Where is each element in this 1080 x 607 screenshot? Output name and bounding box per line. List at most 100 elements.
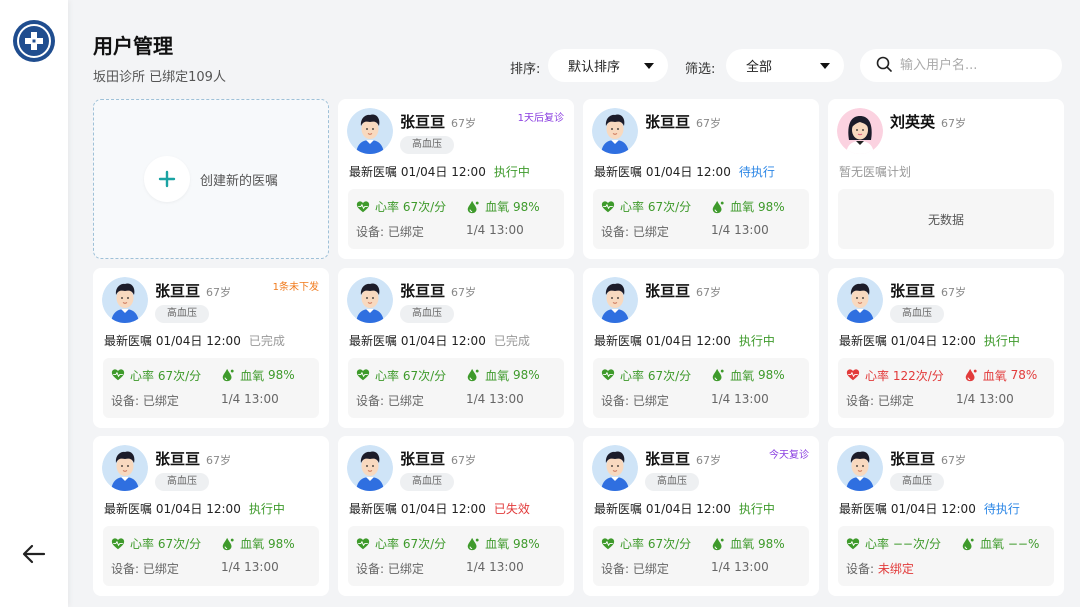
filter-select[interactable]: 全部 — [726, 49, 844, 82]
avatar — [592, 445, 638, 491]
vitals-panel: 心率 67次/分 血氧 98% 设备: 已绑定 1/4 13:00 — [348, 526, 564, 586]
heart-rate-icon — [356, 368, 375, 383]
chevron-down-icon — [644, 62, 654, 69]
user-card[interactable]: 张亘亘 67岁 高血压 今天复诊 最新医嘱 01/04日 12:00 执行中 心率 67次/… — [583, 436, 819, 596]
blood-oxygen-icon — [961, 536, 980, 551]
latest-order: 最新医嘱 01/04日 12:00 执行中 — [594, 333, 775, 348]
device-time: 1/4 13:00 — [221, 560, 279, 574]
order-status: 执行中 — [983, 333, 1020, 348]
blood-oxygen-icon — [711, 536, 730, 551]
vitals-panel: 心率 67次/分 血氧 98% 设备: 已绑定 1/4 13:00 — [103, 357, 319, 418]
user-card[interactable]: 张亘亘 67岁 高血压 1天后复诊 最新医嘱 01/04日 12:00 执行中 心率 67次… — [338, 99, 574, 259]
blood-oxygen-value: 98% — [758, 199, 785, 214]
vitals-panel: 心率 67次/分 血氧 98% 设备: 已绑定 1/4 13:00 — [348, 189, 564, 249]
heart-rate-value: 67次/分 — [157, 537, 202, 551]
condition-tag: 高血压 — [400, 136, 454, 154]
blood-oxygen-icon — [221, 368, 240, 383]
heart-rate-icon — [111, 536, 130, 551]
filter-select-value: 全部 — [746, 60, 773, 75]
blood-oxygen-icon — [466, 536, 485, 551]
avatar — [837, 108, 883, 154]
vitals-panel: 心率 67次/分 血氧 98% 设备: 已绑定 1/4 13:00 — [348, 357, 564, 418]
heart-rate-icon — [111, 368, 130, 383]
device-status: 已绑定 — [387, 225, 424, 239]
create-order-card[interactable]: 创建新的医嘱 — [93, 99, 329, 259]
user-age: 67岁 — [696, 454, 722, 467]
sidebar — [0, 0, 68, 607]
device-time: 1/4 13:00 — [711, 560, 769, 574]
condition-tag: 高血压 — [155, 304, 209, 323]
heart-rate-value: 67次/分 — [402, 200, 447, 214]
vitals-panel: 心率 122次/分 血氧 78% 设备: 已绑定 1/4 13:00 — [838, 357, 1054, 418]
vitals-panel: 心率 67次/分 血氧 98% 设备: 已绑定 1/4 13:00 — [103, 526, 319, 586]
blood-oxygen-value: 98% — [513, 199, 540, 214]
user-name: 张亘亘 67岁 — [400, 281, 477, 300]
status-badge: 1条未下发 — [272, 281, 319, 293]
blood-oxygen-value: 98% — [268, 368, 295, 382]
heart-rate-value: 122次/分 — [892, 368, 944, 383]
vitals-panel: 心率 67次/分 血氧 98% 设备: 已绑定 1/4 13:00 — [593, 526, 809, 586]
heart-rate-value: 67次/分 — [402, 537, 447, 551]
user-name: 张亘亘 67岁 — [645, 113, 722, 131]
user-age: 67岁 — [696, 117, 722, 130]
status-badge: 今天复诊 — [769, 450, 809, 461]
user-card[interactable]: 张亘亘 67岁 高血压 最新医嘱 01/04日 12:00 执行中 心率 122次/分 血氧… — [828, 267, 1064, 428]
order-status: 待执行 — [983, 502, 1020, 516]
order-time: 01/04日 12:00 — [155, 333, 241, 348]
heart-rate-icon — [356, 536, 375, 551]
latest-order: 最新医嘱 01/04日 12:00 已完成 — [104, 333, 285, 348]
user-name: 张亘亘 67岁 — [890, 281, 967, 300]
user-card[interactable]: 张亘亘 67岁 最新医嘱 01/04日 12:00 执行中 心率 67次/分 血氧 98%… — [583, 267, 819, 428]
blood-oxygen-value: 98% — [513, 536, 540, 551]
device-status: 已绑定 — [877, 393, 914, 408]
heart-rate-icon — [846, 368, 865, 383]
user-card[interactable]: 张亘亘 67岁 高血压 最新医嘱 01/04日 12:00 待执行 心率 −−次/分 血氧 … — [828, 436, 1064, 596]
order-status: 待执行 — [738, 165, 775, 179]
user-card[interactable]: 张亘亘 67岁 高血压 最新医嘱 01/04日 12:00 已完成 心率 67次/分 血氧 … — [338, 267, 574, 428]
latest-order: 最新医嘱 01/04日 12:00 执行中 — [104, 502, 285, 516]
device-label: 设备: — [111, 562, 140, 576]
blood-oxygen-icon — [221, 536, 240, 551]
order-time: 01/04日 12:00 — [400, 333, 486, 348]
filter-label: 筛选: — [685, 62, 716, 77]
order-time: 01/04日 12:00 — [645, 333, 731, 348]
heart-rate-icon — [356, 199, 375, 214]
device-label: 设备: — [356, 562, 385, 576]
blood-oxygen-icon — [466, 368, 485, 383]
user-card[interactable]: 张亘亘 67岁 最新医嘱 01/04日 12:00 待执行 心率 67次/分 血氧 98%… — [583, 99, 819, 259]
device-label: 设备: — [846, 562, 875, 576]
user-name: 张亘亘 67岁 — [645, 450, 722, 468]
latest-order: 最新医嘱 01/04日 12:00 待执行 — [594, 165, 775, 179]
user-name: 张亘亘 67岁 — [400, 450, 477, 468]
user-card[interactable]: 张亘亘 67岁 高血压 最新医嘱 01/04日 12:00 已失效 心率 67次/分 血氧 … — [338, 436, 574, 596]
device-time: 1/4 13:00 — [711, 391, 769, 406]
heart-rate-value: 67次/分 — [647, 200, 692, 214]
order-status: 已完成 — [248, 333, 285, 348]
search-input[interactable] — [900, 58, 1050, 73]
avatar — [347, 108, 393, 154]
clinic-logo — [13, 20, 55, 62]
user-card[interactable]: 张亘亘 67岁 高血压 1条未下发 最新医嘱 01/04日 12:00 已完成 心率 67次… — [93, 267, 329, 428]
avatar — [102, 445, 148, 491]
plus-icon — [143, 156, 190, 202]
page-title: 用户管理 — [93, 34, 173, 58]
user-card[interactable]: 张亘亘 67岁 高血压 最新医嘱 01/04日 12:00 执行中 心率 67次/分 血氧 … — [93, 436, 329, 596]
device-label: 设备: — [601, 562, 630, 576]
device-status: 已绑定 — [632, 225, 669, 239]
search-box[interactable] — [860, 49, 1062, 82]
blood-oxygen-value: 98% — [513, 368, 540, 382]
user-age: 67岁 — [941, 285, 967, 299]
back-arrow-icon[interactable] — [20, 540, 48, 568]
condition-tag: 高血压 — [155, 473, 209, 491]
blood-oxygen-value: 78% — [1010, 368, 1038, 382]
device-time: 1/4 13:00 — [221, 391, 279, 406]
sort-select[interactable]: 默认排序 — [548, 49, 668, 82]
user-card[interactable]: 刘英英 67岁 暂无医嘱计划 无数据 — [828, 99, 1064, 259]
avatar — [102, 276, 148, 323]
latest-order: 最新医嘱 01/04日 12:00 待执行 — [839, 502, 1020, 516]
user-age: 67岁 — [696, 285, 722, 299]
order-time: 01/04日 12:00 — [155, 502, 241, 516]
order-time: 01/04日 12:00 — [645, 502, 731, 516]
device-label: 设备: — [111, 393, 140, 408]
latest-order: 最新医嘱 01/04日 12:00 执行中 — [349, 165, 530, 179]
